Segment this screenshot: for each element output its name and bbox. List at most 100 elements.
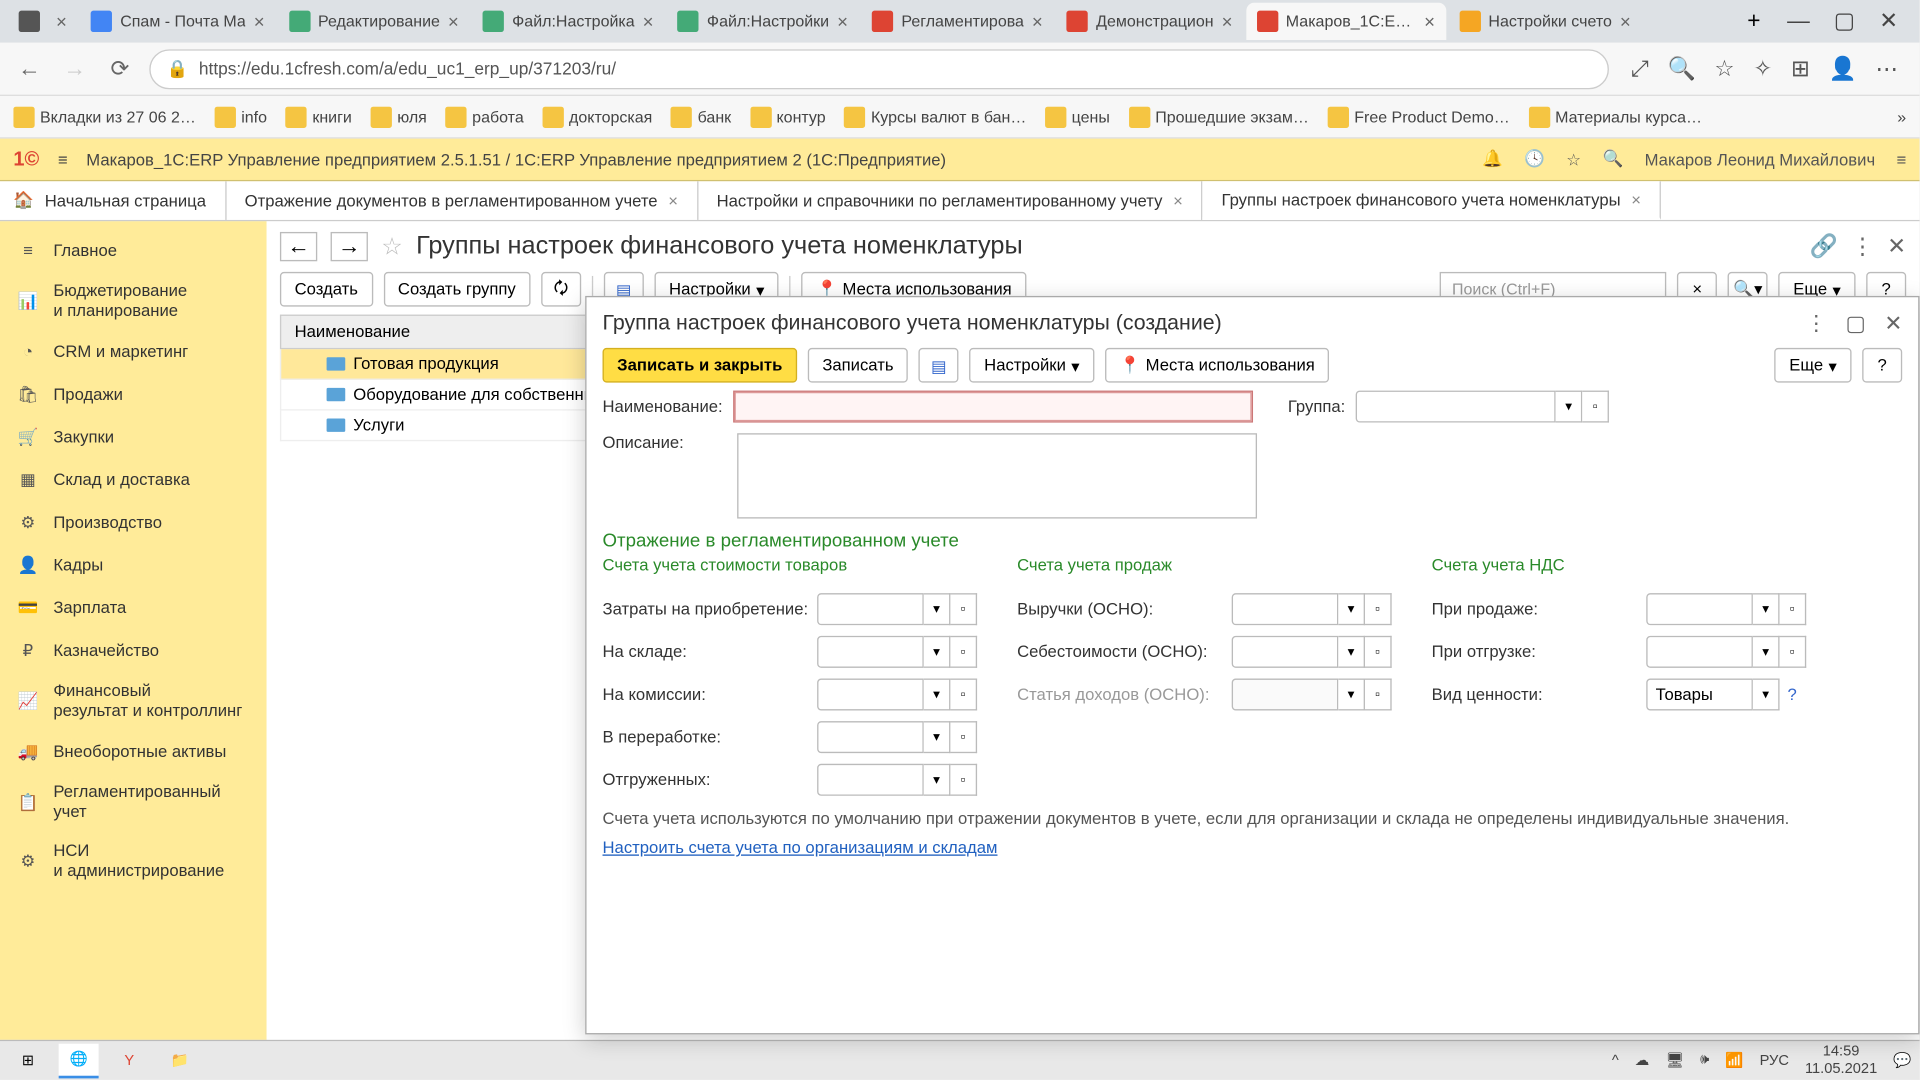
bookmark[interactable]: info [215, 106, 267, 127]
sidebar-item[interactable]: ◔CRM и маркетинг [0, 331, 267, 374]
sidebar-item[interactable]: 📋Регламентированный учет [0, 773, 267, 832]
sidebar-item[interactable]: 🛒Закупки [0, 416, 267, 459]
sidebar-item[interactable]: 🛍Продажи [0, 373, 267, 416]
sidebar-item[interactable]: 🚚Внеоборотные активы [0, 730, 267, 773]
name-input[interactable] [733, 391, 1253, 423]
app-tab[interactable]: Группы настроек финансового учета номенк… [1203, 181, 1661, 220]
bookmark[interactable]: Free Product Demo… [1328, 106, 1510, 127]
bookmark[interactable]: цены [1045, 106, 1110, 127]
sidebar-item[interactable]: ▦Склад и доставка [0, 459, 267, 502]
history-icon[interactable]: 🕓 [1524, 149, 1545, 169]
onedrive-icon[interactable]: ☁ [1635, 1052, 1650, 1069]
modal-settings-button[interactable]: Настройки ▾ [970, 348, 1095, 383]
app-tab[interactable]: Настройки и справочники по регламентиров… [698, 181, 1203, 220]
bookmark[interactable]: банк [671, 106, 731, 127]
reload-button[interactable]: ⟳ [104, 53, 136, 85]
tray-up-icon[interactable]: ^ [1612, 1052, 1619, 1068]
modal-usage-button[interactable]: 📍 Места использования [1105, 348, 1330, 383]
create-button[interactable]: Создать [280, 272, 373, 307]
browser-tab[interactable]: Макаров_1С:ERP× [1246, 3, 1446, 40]
display-icon[interactable]: 🖥 [1665, 1052, 1684, 1069]
account-combo[interactable]: ▾▫ [1232, 593, 1392, 625]
bookmarks-overflow[interactable]: » [1897, 107, 1906, 126]
maximize-icon[interactable]: ▢ [1834, 8, 1855, 35]
wifi-icon[interactable]: 📶 [1725, 1052, 1743, 1069]
sidebar-item[interactable]: 📈Финансовый результат и контроллинг [0, 672, 267, 731]
bookmark[interactable]: Прошедшие экзам… [1129, 106, 1309, 127]
minimize-icon[interactable]: — [1787, 8, 1810, 35]
bookmark[interactable]: Вкладки из 27 06 2… [13, 106, 196, 127]
account-combo[interactable]: ▾▫ [817, 636, 977, 668]
account-combo[interactable]: ▾▫ [817, 593, 977, 625]
browser-tab[interactable]: Регламентирова× [861, 3, 1053, 40]
modal-list-icon[interactable]: ▤ [919, 348, 959, 383]
bookmark[interactable]: контур [750, 106, 826, 127]
bookmark[interactable]: Курсы валют в бан… [844, 106, 1026, 127]
open-icon[interactable]: ▫ [1583, 391, 1610, 423]
account-combo[interactable]: ▾ [1646, 678, 1779, 710]
browser-tab[interactable]: × [8, 3, 78, 40]
group-combo[interactable]: ▾ ▫ [1356, 391, 1609, 423]
modal-kebab-icon[interactable]: ⋮ [1806, 311, 1827, 338]
help-icon[interactable]: ? [1788, 685, 1797, 704]
account-combo[interactable]: ▾▫ [1232, 636, 1392, 668]
new-tab-button[interactable]: + [1737, 8, 1772, 35]
app-tab[interactable]: 🏠 Начальная страница [0, 181, 226, 220]
star-icon[interactable]: ☆ [1566, 149, 1581, 169]
modal-max-icon[interactable]: ▢ [1845, 311, 1865, 338]
bookmark[interactable]: докторская [542, 106, 652, 127]
sidebar-item[interactable]: 👤Кадры [0, 544, 267, 587]
nav-back-button[interactable]: ← [280, 232, 317, 261]
explorer-icon[interactable]: 📁 [160, 1043, 200, 1078]
browser-tab[interactable]: Файл:Настройка× [472, 3, 664, 40]
sidebar-item[interactable]: ⚙НСИ и администрирование [0, 832, 267, 891]
modal-more-button[interactable]: Еще ▾ [1775, 348, 1852, 383]
browser-tab[interactable]: Редактирование× [278, 3, 469, 40]
account-combo[interactable]: ▾▫ [1232, 678, 1392, 710]
browser-tab[interactable]: Файл:Настройки× [667, 3, 859, 40]
network-icon[interactable]: 🕪 [1700, 1052, 1709, 1069]
config-link[interactable]: Настроить счета учета по организациям и … [603, 838, 998, 857]
link-icon[interactable]: 🔗 [1810, 233, 1838, 260]
extensions-icon[interactable]: ⊞ [1791, 55, 1810, 82]
page-star-icon[interactable]: ☆ [381, 233, 403, 261]
app-tab[interactable]: Отражение документов в регламентированно… [226, 181, 698, 220]
back-button[interactable]: ← [13, 53, 45, 85]
browser-tab[interactable]: Спам - Почта Ма× [80, 3, 275, 40]
sidebar-item[interactable]: ⚙Производство [0, 501, 267, 544]
save-close-button[interactable]: Записать и закрыть [603, 348, 797, 383]
app-menu-icon[interactable]: ≡ [58, 150, 68, 169]
dropdown-icon[interactable]: ▾ [1556, 391, 1583, 423]
refresh-icon[interactable]: 🗘 [541, 272, 581, 307]
sidebar-item[interactable]: 💳Зарплата [0, 587, 267, 630]
browser-tab[interactable]: Настройки счето× [1448, 3, 1641, 40]
app-menu2-icon[interactable]: ≡ [1896, 150, 1906, 169]
account-combo[interactable]: ▾▫ [817, 764, 977, 796]
bookmark[interactable]: Материалы курса… [1528, 106, 1702, 127]
yandex-icon[interactable]: Y [109, 1043, 149, 1078]
profile-icon[interactable]: 👤 [1829, 55, 1857, 82]
favorite-icon[interactable]: ☆ [1714, 55, 1734, 82]
url-field[interactable]: 🔒 https://edu.1cfresh.com/a/edu_uc1_erp_… [149, 49, 1609, 89]
bookmark[interactable]: юля [371, 106, 427, 127]
desc-input[interactable] [737, 433, 1257, 518]
bookmark[interactable]: работа [446, 106, 524, 127]
sidebar-item[interactable]: ₽Казначейство [0, 629, 267, 672]
close-icon[interactable]: ✕ [1879, 8, 1898, 35]
lang[interactable]: РУС [1760, 1052, 1789, 1068]
account-combo[interactable]: ▾▫ [1646, 593, 1806, 625]
page-close-icon[interactable]: ✕ [1887, 233, 1906, 260]
kebab-icon[interactable]: ⋮ [1851, 233, 1874, 260]
bell-icon[interactable]: 🔔 [1482, 149, 1503, 169]
browser-tab[interactable]: Демонстрацион× [1056, 3, 1243, 40]
account-combo[interactable]: ▾▫ [817, 721, 977, 753]
forward-button[interactable]: → [59, 53, 91, 85]
menu-icon[interactable]: ⋯ [1876, 55, 1899, 82]
account-combo[interactable]: ▾▫ [1646, 636, 1806, 668]
sidebar-item[interactable]: ≡Главное [0, 229, 267, 272]
sidebar-item[interactable]: 📊Бюджетирование и планирование [0, 272, 267, 331]
zoom-icon[interactable]: 🔍 [1667, 55, 1695, 82]
edge-icon[interactable]: 🌐 [59, 1043, 99, 1078]
bookmark[interactable]: книги [286, 106, 352, 127]
translate-icon[interactable]: ⤢ [1631, 55, 1649, 82]
